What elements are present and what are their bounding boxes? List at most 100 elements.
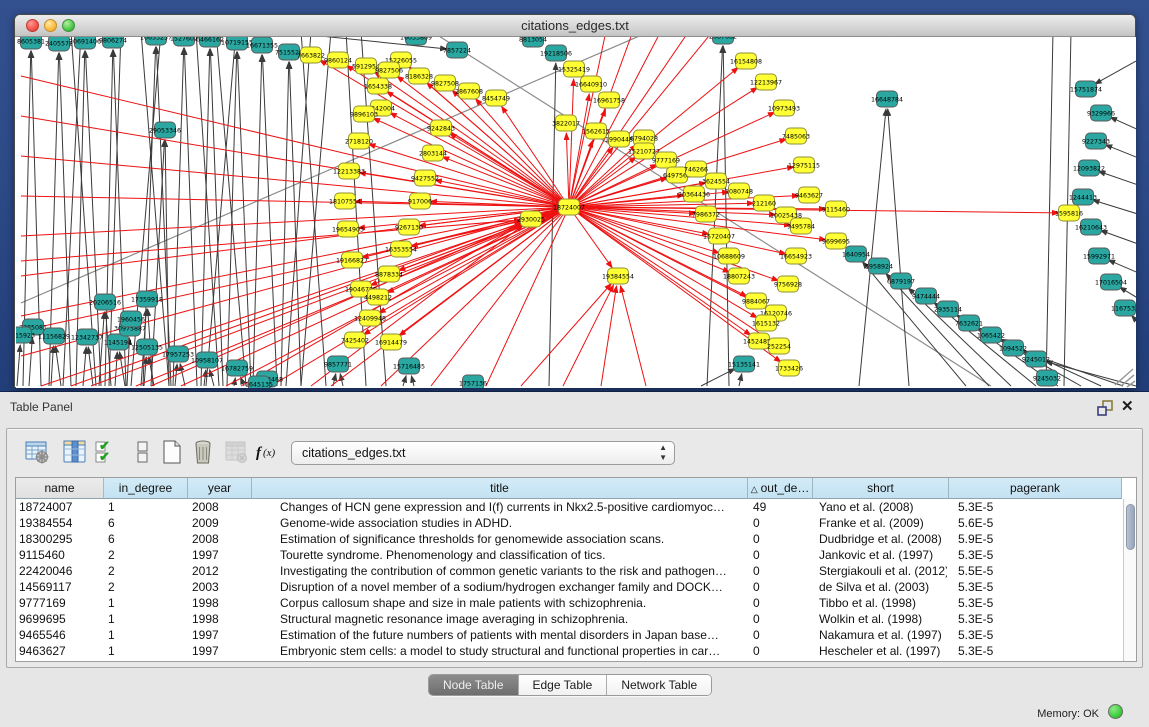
- cell-pagerank-row7[interactable]: 5.3E-5: [958, 595, 1120, 611]
- graph-node-selected[interactable]: 2930025: [517, 211, 545, 227]
- cell-pagerank-row2[interactable]: 5.6E-5: [958, 515, 1120, 531]
- graph-node[interactable]: 9857771: [324, 356, 352, 372]
- cell-year-row8[interactable]: 1998: [192, 611, 250, 627]
- cell-short-row5[interactable]: Stergiakouli et al. (2012): [819, 563, 947, 579]
- graph-node-selected[interactable]: 10688609: [713, 248, 745, 264]
- graph-node-selected[interactable]: 3624554: [702, 173, 730, 189]
- network-graph-canvas[interactable]: 8605381240557220691406980627410653257152…: [16, 37, 1136, 388]
- graph-node-selected[interactable]: 9777169: [652, 152, 680, 168]
- cell-title-row2[interactable]: Genome-wide association studies in ADHD.: [280, 515, 746, 531]
- graph-node-selected[interactable]: 746266: [684, 161, 708, 177]
- graph-node-selected[interactable]: 2867608: [455, 83, 483, 99]
- graph-node-selected[interactable]: 9896103: [350, 106, 378, 122]
- graph-node-selected[interactable]: 9427552: [411, 170, 439, 186]
- cell-pagerank-row1[interactable]: 5.3E-5: [958, 499, 1120, 515]
- graph-node[interactable]: 9474444: [912, 288, 940, 304]
- graph-node[interactable]: 20691406: [69, 37, 101, 49]
- graph-node[interactable]: 20206516: [89, 294, 121, 310]
- graph-node[interactable]: 9806274: [99, 37, 127, 48]
- graph-node[interactable]: 15992971: [1083, 248, 1115, 264]
- graph-node-selected[interactable]: 212160: [752, 195, 776, 211]
- graph-node[interactable]: 1094522: [999, 340, 1027, 356]
- function-builder-icon[interactable]: f(x): [254, 438, 282, 466]
- cell-year-row10[interactable]: 1997: [192, 643, 250, 659]
- cell-name-row2[interactable]: 19384554: [19, 515, 102, 531]
- graph-node[interactable]: 19218506: [540, 45, 572, 61]
- graph-node-selected[interactable]: 20364436: [678, 186, 710, 202]
- graph-node[interactable]: 16033809: [400, 37, 432, 45]
- cell-pagerank-row8[interactable]: 5.3E-5: [958, 611, 1120, 627]
- cell-name-row5[interactable]: 22420046: [19, 563, 102, 579]
- graph-node-selected[interactable]: 7663822: [297, 47, 325, 63]
- cell-title-row5[interactable]: Investigating the contribution of common…: [280, 563, 746, 579]
- graph-node[interactable]: 1960456: [117, 311, 145, 327]
- cell-pagerank-row5[interactable]: 5.5E-5: [958, 563, 1120, 579]
- cell-name-row1[interactable]: 18724007: [19, 499, 102, 515]
- cell-name-row7[interactable]: 9777169: [19, 595, 102, 611]
- graph-node-selected[interactable]: 9115460: [822, 201, 850, 217]
- graph-node-selected[interactable]: 1990448: [605, 131, 633, 147]
- cell-name-row4[interactable]: 9115460: [19, 547, 102, 563]
- cell-title-row4[interactable]: Tourette syndrome. Phenomenology and cla…: [280, 547, 746, 563]
- column-header-in_degree[interactable]: in_degree: [104, 478, 188, 499]
- cell-title-row6[interactable]: Disruption of a novel member of a sodium…: [280, 579, 746, 595]
- new-table-icon[interactable]: [158, 438, 186, 466]
- graph-node-selected[interactable]: 8186328: [405, 68, 433, 84]
- row-height-icon[interactable]: [129, 438, 157, 466]
- graph-node-selected[interactable]: 19384554: [602, 268, 634, 284]
- graph-node[interactable]: 8605381: [17, 37, 45, 49]
- graph-node-selected[interactable]: 1595816: [1055, 205, 1083, 221]
- graph-node[interactable]: 9245012: [1022, 351, 1050, 367]
- graph-node[interactable]: 1167533: [1111, 300, 1136, 316]
- graph-node-selected[interactable]: 16654923: [780, 248, 812, 264]
- column-visibility-icon[interactable]: [61, 438, 89, 466]
- cell-name-row10[interactable]: 9463627: [19, 643, 102, 659]
- table-vertical-scrollbar[interactable]: [1123, 499, 1137, 662]
- cell-year-row6[interactable]: 2003: [192, 579, 250, 595]
- graph-node[interactable]: 5958924: [865, 258, 893, 274]
- import-table-disabled-icon[interactable]: [222, 438, 250, 466]
- cell-out_de-row3[interactable]: 0: [753, 531, 811, 547]
- cell-short-row10[interactable]: Hescheler et al. (1997): [819, 643, 947, 659]
- tab-edge-table[interactable]: Edge Table: [519, 675, 608, 695]
- close-panel-icon[interactable]: ✕: [1121, 397, 1137, 413]
- graph-node-selected[interactable]: 9756928: [774, 276, 802, 292]
- graph-node-selected[interactable]: 3822017: [552, 115, 580, 131]
- tab-network-table[interactable]: Network Table: [607, 675, 711, 695]
- graph-node[interactable]: 9227343: [1082, 133, 1110, 149]
- cell-out_de-row1[interactable]: 49: [753, 499, 811, 515]
- cell-in_degree-row5[interactable]: 2: [108, 563, 186, 579]
- network-view-window[interactable]: citations_edges.txt 86053812405572206914…: [14, 14, 1136, 388]
- cell-out_de-row10[interactable]: 0: [753, 643, 811, 659]
- graph-node-selected[interactable]: 8878334: [375, 266, 403, 282]
- cell-in_degree-row9[interactable]: 1: [108, 627, 186, 643]
- graph-node[interactable]: 2687682: [709, 37, 737, 44]
- column-header-title[interactable]: title: [252, 478, 748, 499]
- graph-node-selected[interactable]: 19166827: [336, 252, 368, 268]
- graph-node[interactable]: 12093822: [1073, 160, 1105, 176]
- column-header-short[interactable]: short: [813, 478, 949, 499]
- graph-node[interactable]: 6879197: [887, 273, 915, 289]
- table-selector-dropdown[interactable]: citations_edges.txt ▲▼: [291, 441, 675, 465]
- graph-node[interactable]: 7857224: [443, 42, 471, 58]
- graph-node[interactable]: 1645135: [245, 376, 273, 388]
- cell-pagerank-row4[interactable]: 5.3E-5: [958, 547, 1120, 563]
- cell-in_degree-row6[interactable]: 2: [108, 579, 186, 595]
- cell-name-row6[interactable]: 14569117: [19, 579, 102, 595]
- cell-out_de-row5[interactable]: 0: [753, 563, 811, 579]
- cell-title-row10[interactable]: Embryonic stem cells: a model to study s…: [280, 643, 746, 659]
- graph-node-selected[interactable]: 7425402: [341, 332, 369, 348]
- column-header-name[interactable]: name: [16, 478, 104, 499]
- graph-node-selected[interactable]: 9860124: [324, 52, 352, 68]
- column-header-year[interactable]: year: [188, 478, 252, 499]
- cell-out_de-row9[interactable]: 0: [753, 627, 811, 643]
- cell-year-row1[interactable]: 2008: [192, 499, 250, 515]
- graph-node[interactable]: 6466162: [196, 37, 224, 47]
- graph-node-selected[interactable]: 12975115: [788, 157, 820, 173]
- column-header-out_de[interactable]: △out_de…: [748, 478, 813, 499]
- cell-year-row5[interactable]: 2012: [192, 563, 250, 579]
- cell-short-row3[interactable]: Dudbridge et al. (2008): [819, 531, 947, 547]
- graph-node-selected[interactable]: 16353554: [385, 241, 417, 257]
- cell-pagerank-row9[interactable]: 5.3E-5: [958, 627, 1120, 643]
- cell-title-row9[interactable]: Estimation of the future numbers of pati…: [280, 627, 746, 643]
